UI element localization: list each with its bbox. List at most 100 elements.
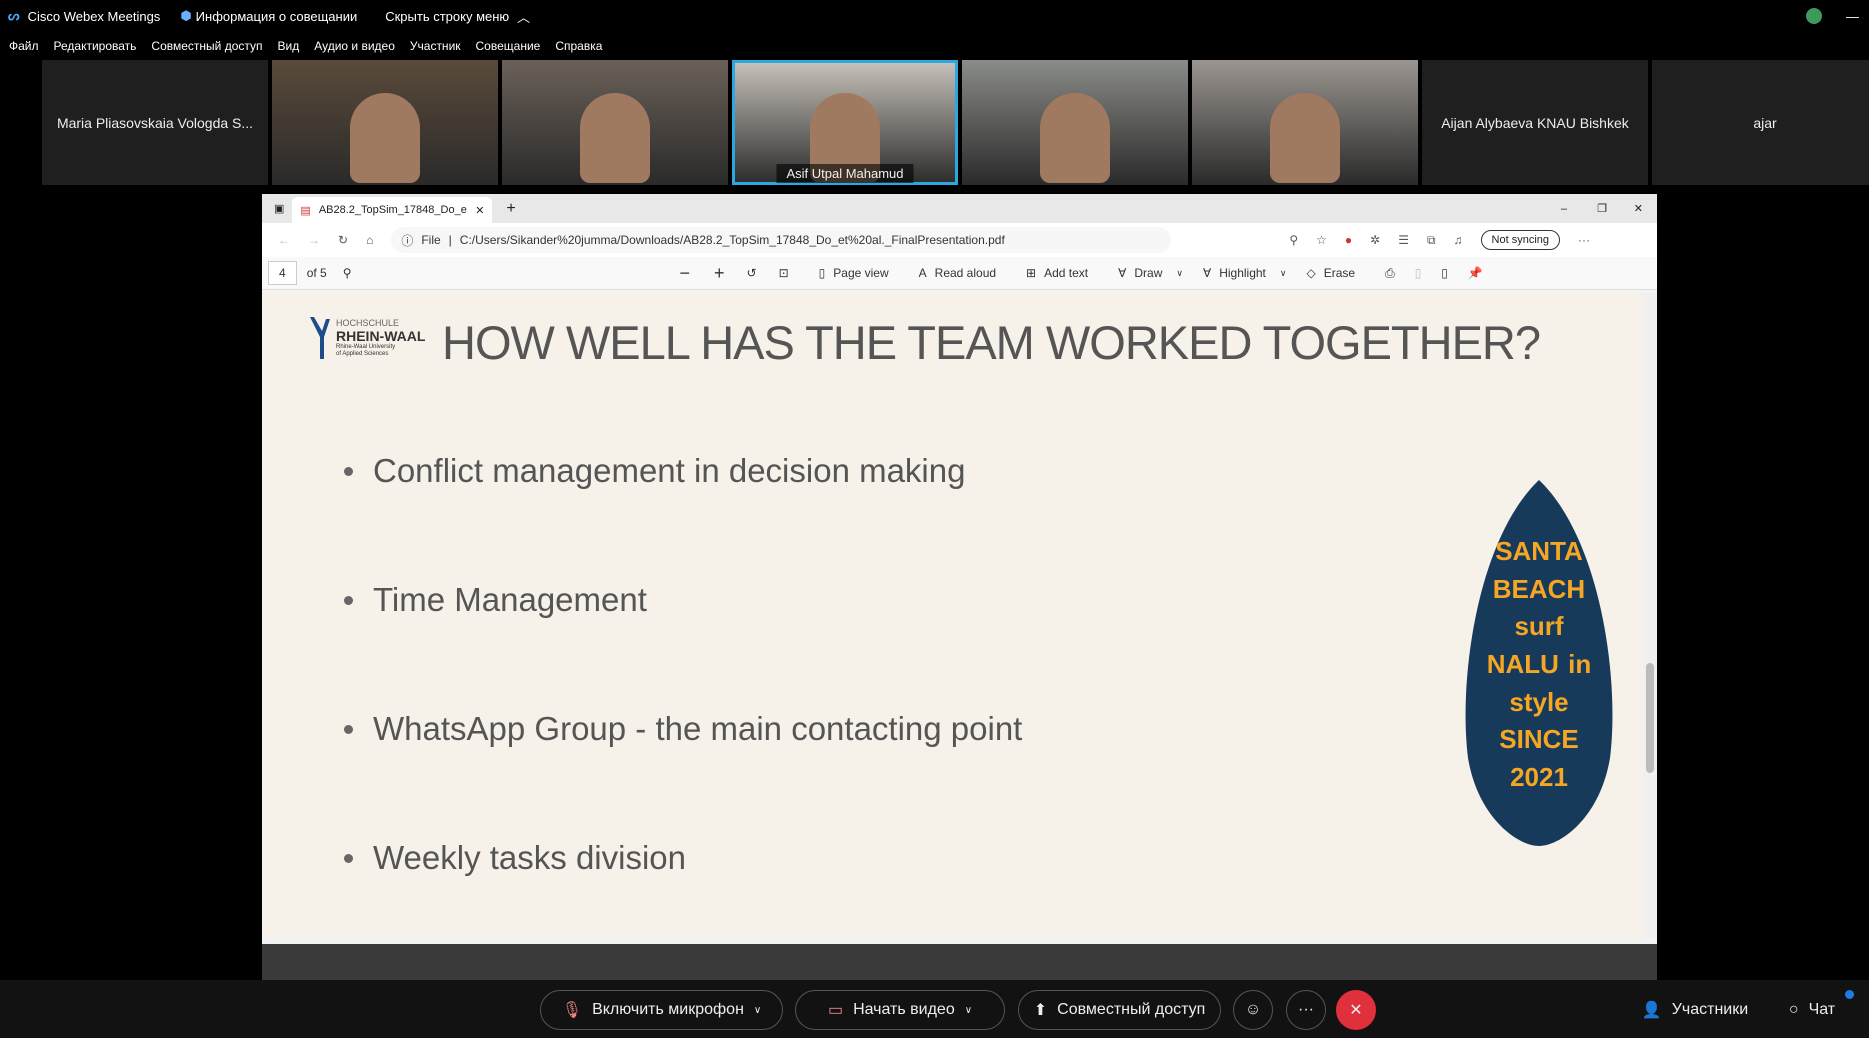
highlight-icon[interactable]: ∀ (1203, 266, 1211, 280)
meeting-info-button[interactable]: Информация о совещании (196, 9, 358, 24)
fit-page-icon[interactable]: ⊡ (779, 266, 789, 280)
participant-tile[interactable] (1192, 60, 1418, 185)
pdf-scrollbar[interactable] (1643, 293, 1657, 938)
refresh-icon[interactable]: ↻ (338, 233, 348, 247)
address-bar-row: ← → ↻ ⌂ ⓘ File | C:/Users/Sikander%20jum… (262, 223, 1657, 257)
chat-button[interactable]: ○ Чат (1782, 990, 1842, 1030)
pdf-page: HOCHSCHULE RHEIN-WAAL Rhine-Waal Universit… (262, 293, 1643, 938)
collections-icon[interactable]: ⧉ (1427, 233, 1436, 248)
participant-tile[interactable] (962, 60, 1188, 185)
signal-icon (1806, 8, 1822, 24)
address-bar[interactable]: ⓘ File | C:/Users/Sikander%20jumma/Downl… (391, 227, 1172, 253)
favorites-icon[interactable]: ☰ (1398, 233, 1409, 247)
participant-tile[interactable]: Asif Utpal Mahamud (732, 60, 958, 185)
chevron-down-icon[interactable]: ∨ (754, 1005, 761, 1016)
window-minimize-button[interactable]: – (1561, 203, 1567, 215)
page-view-button[interactable]: Page view (833, 266, 888, 280)
menu-item[interactable]: Совещание (476, 39, 541, 53)
participant-tile[interactable]: Maria Pliasovskaia Vologda S... (42, 60, 268, 185)
participants-button[interactable]: 👤 Участники (1640, 990, 1750, 1030)
highlight-button[interactable]: Highlight (1219, 266, 1266, 280)
menu-item[interactable]: Вид (278, 39, 300, 53)
notification-dot (1845, 990, 1854, 999)
window-restore-button[interactable]: ❐ (1597, 202, 1607, 215)
save-as-icon[interactable]: ▯ (1441, 266, 1448, 280)
scroll-thumb[interactable] (1646, 663, 1654, 773)
read-aloud-button[interactable]: Read aloud (935, 266, 996, 280)
profile-button[interactable]: Not syncing (1480, 230, 1561, 250)
favorite-icon[interactable]: ☆ (1316, 233, 1327, 247)
reactions-button[interactable]: ☺ (1233, 990, 1273, 1030)
menu-item[interactable]: Совместный доступ (151, 39, 262, 53)
participant-video (1270, 92, 1340, 183)
minimize-button[interactable]: — (1846, 9, 1859, 24)
video-strip: Maria Pliasovskaia Vologda S... Asif Utpa… (42, 60, 1869, 185)
forward-icon[interactable]: → (308, 233, 320, 247)
menu-item[interactable]: Файл (9, 39, 39, 53)
menu-item[interactable]: Участник (410, 39, 461, 53)
participant-name: Asif Utpal Mahamud (776, 164, 914, 183)
menu-item[interactable]: Справка (555, 39, 602, 53)
page-number-input[interactable]: 4 (268, 261, 297, 285)
back-icon[interactable]: ← (278, 233, 290, 247)
start-video-button[interactable]: ▭ Начать видео ∨ (795, 990, 1005, 1030)
browser-tab[interactable]: ▤ AB28.2_TopSim_17848_Do_et al. ✕ (292, 197, 493, 223)
chevron-down-icon[interactable]: ∨ (1176, 268, 1183, 279)
close-tab-icon[interactable]: ✕ (475, 204, 484, 217)
surfboard-text: SANTA BEACH surf NALU in style SINCE 202… (1486, 536, 1592, 793)
participant-tile[interactable] (272, 60, 498, 185)
participant-tile[interactable] (502, 60, 728, 185)
save-icon[interactable]: ▯ (1415, 266, 1422, 280)
search-icon[interactable]: ⚲ (343, 266, 352, 280)
erase-icon[interactable]: ◇ (1306, 266, 1315, 280)
participant-video (1040, 92, 1110, 183)
logo-mark-icon (310, 317, 330, 359)
participant-video (580, 92, 650, 183)
window-close-button[interactable]: ✕ (1634, 202, 1643, 215)
menu-item[interactable]: Редактировать (54, 39, 137, 53)
chevron-up-icon[interactable]: ︿ (517, 7, 530, 26)
page-view-icon[interactable]: ▯ (819, 266, 826, 280)
participant-tile[interactable]: ajar (1652, 60, 1869, 185)
hide-menu-button[interactable]: Скрыть строку меню (385, 9, 509, 24)
participant-name: Maria Pliasovskaia Vologda S... (56, 114, 254, 131)
pdf-icon: ▤ (300, 204, 311, 217)
university-logo: HOCHSCHULE RHEIN-WAAL Rhine-Waal Universit… (308, 315, 425, 361)
webex-logo-icon: ᔕ (8, 8, 20, 23)
more-options-button[interactable]: ··· (1286, 990, 1326, 1030)
more-icon[interactable]: ··· (1578, 233, 1590, 247)
erase-button[interactable]: Erase (1324, 266, 1355, 280)
chat-label: Чат (1808, 1001, 1836, 1018)
share-button[interactable]: ⬆ Совместный доступ (1018, 990, 1221, 1030)
draw-icon[interactable]: ∀ (1118, 266, 1126, 280)
add-text-icon[interactable]: ⊞ (1026, 266, 1036, 280)
title-bar: ᔕ Cisco Webex Meetings ⬢ Информация о со… (0, 0, 1869, 32)
rotate-icon[interactable]: ↺ (747, 266, 757, 280)
print-icon[interactable]: ⎙ (1385, 266, 1395, 281)
read-aloud-icon[interactable]: A (919, 266, 927, 280)
unmute-button[interactable]: 🎙 Включить микрофон ∨ (540, 990, 783, 1030)
zoom-icon[interactable]: ⚲ (1289, 233, 1298, 247)
zoom-in-button[interactable]: + (714, 263, 725, 284)
tab-bar: ▣ ▤ AB28.2_TopSim_17848_Do_et al. ✕ + – … (262, 194, 1657, 223)
pin-icon[interactable]: 📌 (1468, 266, 1483, 280)
home-icon[interactable]: ⌂ (366, 233, 373, 247)
menu-item[interactable]: Аудио и видео (314, 39, 395, 53)
end-call-button[interactable]: ✕ (1336, 990, 1376, 1030)
zoom-out-button[interactable]: − (680, 263, 691, 284)
extension-icon[interactable]: ● (1345, 233, 1352, 247)
media-icon[interactable]: ♫ (1454, 233, 1463, 247)
chevron-down-icon[interactable]: ∨ (1280, 268, 1287, 279)
new-tab-button[interactable]: + (506, 200, 515, 218)
bullet-item: Time Management (344, 581, 647, 619)
url-prefix: File (421, 233, 441, 247)
chevron-down-icon[interactable]: ∨ (965, 1005, 972, 1016)
puzzle-icon[interactable]: ✲ (1370, 233, 1380, 247)
share-label: Совместный доступ (1057, 1001, 1206, 1018)
tab-actions-icon[interactable]: ▣ (274, 202, 284, 215)
add-text-button[interactable]: Add text (1044, 266, 1088, 280)
draw-button[interactable]: Draw (1134, 266, 1162, 280)
participant-tile[interactable]: Aijan Alybaeva KNAU Bishkek (1422, 60, 1648, 185)
app-title: Cisco Webex Meetings (27, 8, 161, 24)
shared-browser-window: ▣ ▤ AB28.2_TopSim_17848_Do_et al. ✕ + – … (262, 194, 1657, 944)
